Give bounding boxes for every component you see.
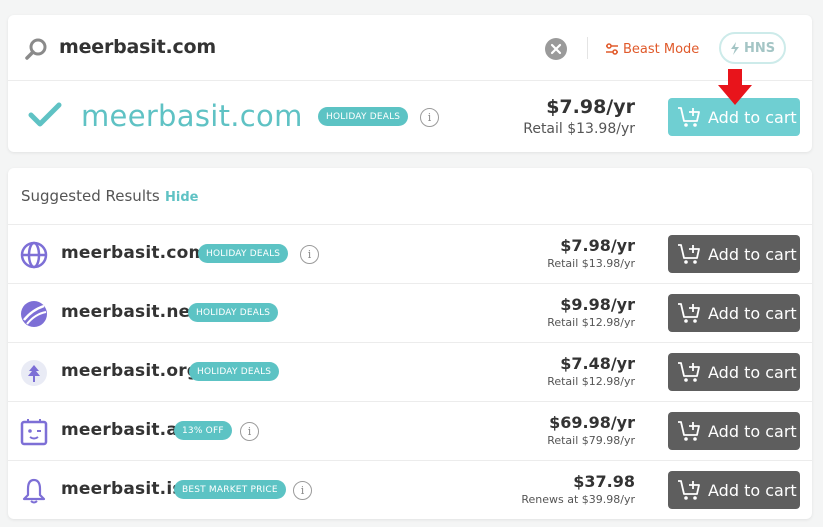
beast-mode-button[interactable]: Beast Mode	[605, 39, 699, 59]
add-to-cart-label: Add to cart	[708, 480, 797, 500]
divider	[587, 37, 588, 59]
search-bar: meerbasit.com Beast Mode HNS	[8, 15, 812, 81]
info-icon[interactable]: i	[293, 481, 312, 500]
suggested-domain: meerbasit.com	[61, 243, 207, 263]
deal-badge: HOLIDAY DEALS	[188, 303, 279, 322]
suggested-price: $9.98/yr	[560, 295, 635, 314]
close-icon	[550, 43, 562, 55]
suggested-results-card: Suggested Results Hide meerbasit.com HOL…	[8, 168, 812, 519]
suggested-retail: Retail $12.98/yr	[547, 375, 635, 388]
beast-mode-label: Beast Mode	[623, 41, 700, 57]
add-to-cart-button[interactable]: Add to cart	[668, 235, 800, 273]
add-to-cart-button[interactable]: Add to cart	[668, 353, 800, 391]
hide-link[interactable]: Hide	[165, 190, 198, 205]
search-input[interactable]: meerbasit.com	[59, 36, 216, 58]
search-icon	[24, 37, 48, 61]
discount-badge: 13% OFF	[174, 421, 232, 440]
add-to-cart-label: Add to cart	[708, 421, 797, 441]
main-result-domain: meerbasit.com	[81, 99, 303, 133]
robot-icon	[20, 418, 48, 446]
suggested-title: Suggested Results	[21, 187, 160, 205]
suggested-price: $37.98	[573, 472, 635, 491]
cart-icon	[678, 107, 700, 127]
suggested-row: meerbasit.com HOLIDAY DEALS i $7.98/yr R…	[8, 225, 812, 284]
suggested-row: meerbasit.org HOLIDAY DEALS $7.48/yr Ret…	[8, 343, 812, 402]
cart-icon	[678, 244, 700, 264]
suggested-retail: Retail $12.98/yr	[547, 316, 635, 329]
add-to-cart-button[interactable]: Add to cart	[668, 471, 800, 509]
suggested-price: $7.98/yr	[560, 236, 635, 255]
org-tree-icon	[20, 359, 48, 387]
deal-badge: HOLIDAY DEALS	[189, 362, 280, 381]
deal-badge: HOLIDAY DEALS	[198, 244, 289, 263]
cart-icon	[678, 421, 700, 441]
globe-icon	[20, 241, 48, 269]
suggested-row: meerbasit.ai 13% OFF i $69.98/yr Retail …	[8, 402, 812, 461]
suggested-domain: meerbasit.is	[61, 479, 183, 499]
sliders-icon	[606, 43, 618, 55]
suggested-domain: meerbasit.net	[61, 302, 199, 322]
hns-button[interactable]: HNS	[719, 32, 786, 64]
best-price-badge: BEST MARKET PRICE	[174, 480, 286, 499]
suggested-retail: Retail $13.98/yr	[547, 257, 635, 270]
suggested-price: $7.48/yr	[560, 354, 635, 373]
suggested-retail: Retail $79.98/yr	[547, 434, 635, 447]
info-icon[interactable]: i	[240, 422, 259, 441]
add-to-cart-label: Add to cart	[708, 362, 797, 382]
add-to-cart-button[interactable]: Add to cart	[668, 412, 800, 450]
cart-icon	[678, 362, 700, 382]
checkmark-icon	[28, 101, 62, 133]
holiday-deals-badge: HOLIDAY DEALS	[318, 107, 409, 126]
bell-icon	[20, 477, 48, 505]
info-icon[interactable]: i	[300, 245, 319, 264]
main-result-price: $7.98/yr	[546, 96, 635, 118]
suggested-price: $69.98/yr	[549, 413, 635, 432]
suggested-header: Suggested Results Hide	[8, 168, 812, 225]
cart-icon	[678, 303, 700, 323]
search-result-card: meerbasit.com Beast Mode HNS meerbasit.c…	[8, 15, 812, 152]
clear-search-button[interactable]	[545, 38, 567, 60]
suggested-domain: meerbasit.ai	[61, 420, 185, 440]
cart-icon	[678, 480, 700, 500]
hns-label: HNS	[743, 40, 776, 56]
add-to-cart-label: Add to cart	[708, 244, 797, 264]
net-icon	[20, 300, 48, 328]
suggested-domain: meerbasit.org	[61, 361, 200, 381]
suggested-retail: Renews at $39.98/yr	[521, 493, 635, 506]
info-icon[interactable]: i	[420, 108, 439, 127]
suggested-row: meerbasit.is BEST MARKET PRICE i $37.98 …	[8, 461, 812, 520]
suggested-row: meerbasit.net HOLIDAY DEALS $9.98/yr Ret…	[8, 284, 812, 343]
add-to-cart-label: Add to cart	[708, 303, 797, 323]
add-to-cart-button[interactable]: Add to cart	[668, 294, 800, 332]
main-result-retail: Retail $13.98/yr	[523, 121, 635, 137]
bolt-icon	[730, 41, 739, 55]
main-result-row: meerbasit.com HOLIDAY DEALS i $7.98/yr R…	[8, 81, 812, 152]
red-arrow-annotation-icon	[716, 69, 754, 111]
